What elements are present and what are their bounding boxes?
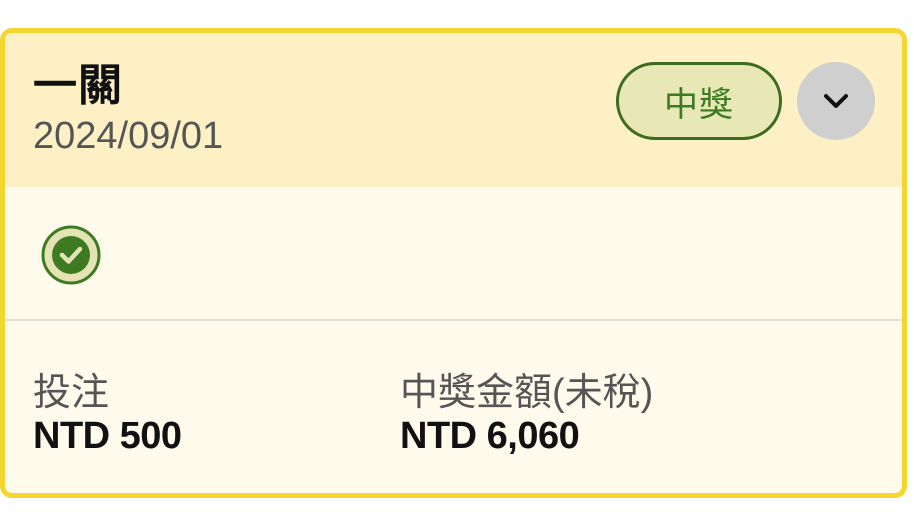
bet-result-card: 一關 2024/09/01 中獎 投注 NTD 500 中獎金額(未稅) NTD… [0, 28, 907, 498]
card-header: 一關 2024/09/01 中獎 [5, 33, 902, 187]
expand-toggle-button[interactable] [797, 62, 875, 140]
selection-row [5, 187, 902, 321]
chevron-down-icon [824, 94, 848, 108]
prize-amount-block: 中獎金額(未稅) NTD 6,060 [400, 371, 653, 457]
amounts-section: 投注 NTD 500 中獎金額(未稅) NTD 6,060 [5, 321, 902, 493]
bet-amount-value: NTD 500 [33, 415, 182, 457]
bet-title: 一關 [33, 61, 123, 110]
prize-amount-value: NTD 6,060 [400, 415, 580, 457]
bet-amount-label: 投注 [33, 372, 110, 414]
prize-amount-label: 中獎金額(未稅) [400, 372, 654, 414]
bet-date: 2024/09/01 [33, 115, 224, 157]
check-circle-icon [41, 225, 101, 285]
bet-amount-block: 投注 NTD 500 [33, 371, 182, 457]
status-badge: 中獎 [616, 62, 782, 140]
